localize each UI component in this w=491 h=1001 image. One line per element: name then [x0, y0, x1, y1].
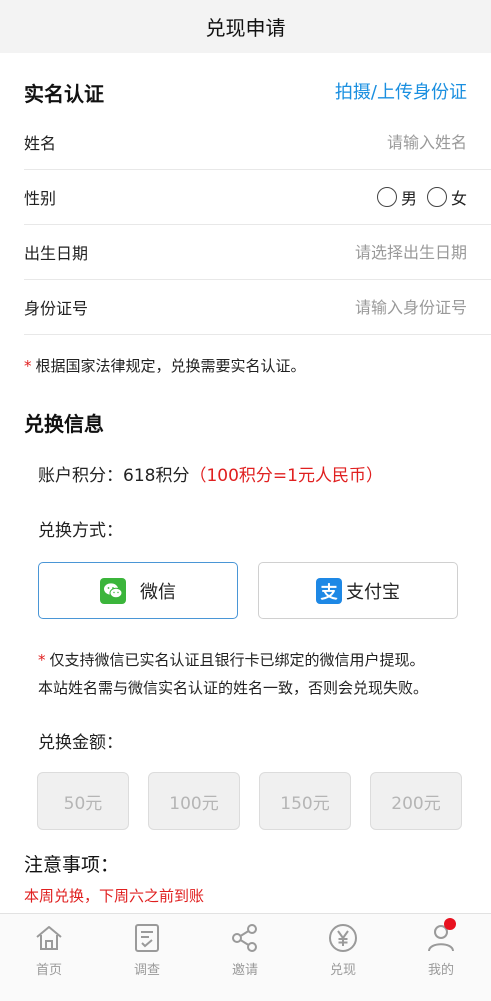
tab-survey[interactable]: 调查: [98, 914, 196, 1001]
gender-row: 性别 男 女: [24, 169, 491, 225]
wechat-pay-label: 微信: [140, 581, 176, 603]
gender-male-label[interactable]: 男: [401, 185, 417, 209]
bottom-tab-bar: 首页 调查 邀请 兑现 我的: [0, 913, 491, 1001]
tab-profile-label: 我的: [427, 963, 454, 978]
required-star: *: [24, 357, 32, 375]
exchange-section-title: 兑换信息: [24, 412, 104, 436]
wechat-note: * 仅支持微信已实名认证且银行卡已绑定的微信用户提现。 本站姓名需与微信实名认证的…: [38, 646, 428, 702]
tab-profile[interactable]: 我的: [392, 914, 490, 1001]
birth-label: 出生日期: [24, 243, 89, 263]
birth-row: 出生日期: [24, 224, 491, 280]
wechat-note-line2: 本站姓名需与微信实名认证的姓名一致，否则会兑现失败。: [38, 679, 429, 697]
tab-invite-label: 邀请: [231, 963, 258, 978]
notice-title: 注意事项：: [24, 854, 120, 876]
points-value: 账户积分：618积分: [38, 466, 190, 486]
survey-icon: [135, 924, 159, 952]
name-input[interactable]: [235, 126, 469, 158]
wechat-note-star: *: [38, 651, 46, 669]
alipay-button[interactable]: 支 支付宝: [258, 562, 458, 619]
tab-invite[interactable]: 邀请: [196, 914, 294, 1001]
gender-options: 男 女: [371, 185, 467, 209]
gender-female-label[interactable]: 女: [451, 185, 467, 209]
notice-text: 本周兑换，下周六之前到账: [24, 887, 205, 905]
id-number-input[interactable]: [235, 291, 469, 323]
amount-option-150[interactable]: 150元: [259, 772, 351, 830]
wechat-note-line1: 仅支持微信已实名认证且银行卡已绑定的微信用户提现。: [49, 651, 425, 669]
yen-icon: [329, 924, 357, 952]
share-icon: [232, 924, 257, 952]
notification-dot: [444, 918, 456, 930]
realname-section-title: 实名认证: [24, 82, 104, 106]
home-icon: [36, 926, 62, 950]
upload-id-card-link[interactable]: 拍摄/上传身份证: [335, 78, 467, 104]
id-number-row: 身份证号: [24, 279, 491, 335]
gender-female-radio[interactable]: [426, 187, 447, 207]
gender-label: 性别: [24, 188, 57, 208]
name-label: 姓名: [24, 133, 57, 153]
amount-option-50[interactable]: 50元: [37, 772, 129, 830]
alipay-icon: 支: [316, 577, 342, 604]
amount-label: 兑换金额：: [38, 733, 123, 753]
tab-redeem-label: 兑现: [329, 963, 356, 978]
realname-note-text: 根据国家法律规定，兑换需要实名认证。: [35, 357, 306, 375]
tab-home-label: 首页: [35, 963, 62, 978]
alipay-label: 支付宝: [346, 581, 400, 603]
id-number-label: 身份证号: [24, 298, 89, 318]
realname-note: * 根据国家法律规定，兑换需要实名认证。: [24, 352, 306, 380]
points-rate: （100积分=1元人民币）: [189, 466, 383, 486]
method-label: 兑换方式：: [38, 521, 123, 541]
amount-option-100[interactable]: 100元: [148, 772, 240, 830]
header-bar: 兑现申请: [0, 0, 491, 53]
wechat-icon: [100, 577, 126, 604]
gender-male-radio[interactable]: [376, 187, 397, 207]
birth-date-input[interactable]: [235, 236, 469, 268]
tab-home[interactable]: 首页: [0, 914, 98, 1001]
page-title: 兑现申请: [205, 16, 286, 40]
wechat-pay-button[interactable]: 微信: [38, 562, 238, 619]
account-points: 账户积分：618积分（100积分=1元人民币）: [38, 461, 383, 486]
name-row: 姓名: [24, 114, 491, 170]
tab-redeem[interactable]: 兑现: [294, 914, 392, 1001]
tab-survey-label: 调查: [133, 963, 160, 978]
amount-option-200[interactable]: 200元: [370, 772, 462, 830]
